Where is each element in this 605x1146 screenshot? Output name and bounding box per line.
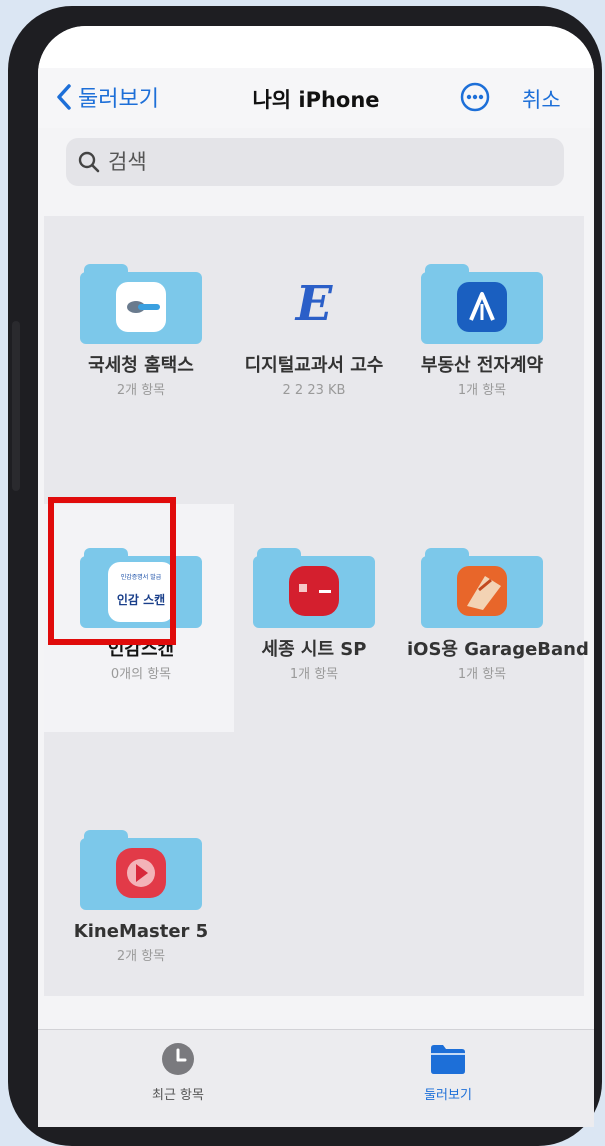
item-meta: 0개의 항목: [110, 667, 172, 682]
contract-app-icon: [457, 282, 507, 332]
item-name: iOS용 GarageBand: [407, 639, 589, 660]
folder-item-kinemaster[interactable]: KineMaster 5 2개 항목: [66, 830, 216, 966]
folder-item-garageband[interactable]: iOS용 GarageBand 1개 항목: [407, 548, 589, 684]
status-bar: [38, 26, 594, 68]
navigation-bar: 둘러보기 나의 iPhone 취소: [38, 68, 594, 128]
kinemaster-app-icon: [116, 848, 166, 898]
folder-icon: [253, 548, 375, 628]
search-input[interactable]: [106, 149, 530, 175]
file-item-textbook[interactable]: E 디지털교과서 고수 2 2 23 KB: [239, 264, 389, 400]
item-name: 부동산 전자계약: [420, 355, 544, 376]
item-meta: 1개 항목: [457, 383, 507, 398]
tab-browse-label: 둘러보기: [424, 1088, 472, 1103]
folder-item-realestate[interactable]: 부동산 전자계약 1개 항목: [407, 264, 557, 400]
cancel-button[interactable]: 취소: [522, 84, 561, 114]
item-name: KineMaster 5: [73, 921, 209, 942]
item-name: 디지털교과서 고수: [244, 355, 384, 376]
item-meta: 2개 항목: [116, 383, 166, 398]
tab-bar: 최근 항목 둘러보기: [38, 1029, 594, 1127]
item-meta: 2개 항목: [116, 949, 166, 964]
hometax-app-icon: [116, 282, 166, 332]
folder-icon: [80, 830, 202, 910]
folder-item-sejong[interactable]: 세종 시트 SP 1개 항목: [239, 548, 389, 684]
tab-recent[interactable]: 최근 항목: [118, 1042, 238, 1103]
item-name: 국세청 홈택스: [88, 355, 194, 376]
clock-icon: [162, 1043, 194, 1075]
item-meta: 1개 항목: [457, 667, 507, 682]
side-button: [12, 321, 20, 491]
folder-item-hometax[interactable]: 국세청 홈택스 2개 항목: [66, 264, 216, 400]
item-name: 세종 시트 SP: [261, 639, 367, 660]
selection-highlight-box: [48, 497, 176, 645]
item-meta: 1개 항목: [289, 667, 339, 682]
item-meta: 2 2 23 KB: [282, 383, 346, 398]
garageband-app-icon: [457, 566, 507, 616]
folder-icon: [431, 1045, 465, 1074]
folder-icon: [421, 264, 543, 344]
folder-icon: [421, 548, 543, 628]
more-options-button[interactable]: [460, 82, 490, 112]
ellipsis-circle-icon: [460, 82, 490, 112]
folder-icon: [80, 264, 202, 344]
tab-recent-label: 최근 항목: [152, 1088, 204, 1103]
sejong-app-icon: [289, 566, 339, 616]
search-icon: [78, 151, 100, 173]
page-title: 나의 iPhone: [252, 88, 380, 112]
e-letter-icon: E: [295, 276, 333, 332]
tab-browse[interactable]: 둘러보기: [388, 1042, 508, 1103]
search-bar[interactable]: [66, 138, 564, 186]
